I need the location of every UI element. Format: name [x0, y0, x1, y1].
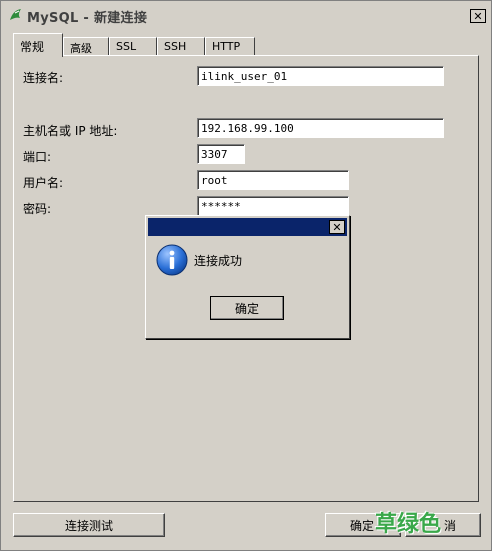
test-connection-button[interactable]: 连接测试	[13, 513, 165, 537]
cancel-button-label: 消	[443, 518, 456, 533]
tab-ssl[interactable]: SSL	[109, 37, 157, 55]
window-close-button[interactable]: ✕	[470, 9, 486, 23]
host-label: 主机名或 IP 地址:	[23, 124, 118, 138]
tab-ssh-label: SSH	[164, 40, 187, 53]
watermark-text: 草绿色	[375, 512, 442, 537]
dialog-close-button[interactable]: ✕	[329, 220, 345, 234]
tab-http[interactable]: HTTP	[205, 37, 255, 55]
dialog-message: 连接成功	[194, 254, 243, 268]
title-bar: MySQL - 新建连接 ✕	[3, 3, 489, 27]
password-input[interactable]: ******	[197, 196, 349, 216]
tab-http-label: HTTP	[212, 40, 241, 53]
close-icon: ✕	[332, 220, 342, 234]
tab-advanced[interactable]: 高级	[63, 37, 109, 55]
dialog-ok-label: 确定	[234, 301, 259, 316]
password-label: 密码:	[23, 202, 52, 216]
username-input[interactable]: root	[197, 170, 349, 190]
connection-name-label: 连接名:	[23, 71, 64, 85]
connection-window: MySQL - 新建连接 ✕ 常规 高级 SSL SSH HTTP 连接名: i…	[0, 0, 492, 551]
port-input[interactable]: 3307	[197, 144, 245, 164]
tab-ssh[interactable]: SSH	[157, 37, 205, 55]
tab-general[interactable]: 常规	[13, 33, 63, 57]
test-connection-label: 连接测试	[64, 518, 113, 533]
dolphin-icon	[10, 9, 21, 20]
success-dialog: ✕ 连接成功 确定	[145, 215, 350, 339]
host-input[interactable]: 192.168.99.100	[197, 118, 444, 138]
info-icon	[156, 244, 188, 276]
close-icon: ✕	[473, 9, 483, 23]
port-label: 端口:	[23, 150, 52, 164]
tab-general-label: 常规	[20, 40, 45, 54]
tab-advanced-label: 高级	[70, 42, 92, 55]
window-title: MySQL - 新建连接	[27, 11, 148, 26]
tab-ssl-label: SSL	[116, 40, 137, 53]
username-label: 用户名:	[23, 176, 64, 190]
connection-name-input[interactable]: ilink_user_01	[197, 66, 444, 86]
dialog-title-bar: ✕	[148, 218, 347, 236]
dialog-ok-button[interactable]: 确定	[210, 296, 284, 320]
ok-button-label: 确定	[350, 518, 375, 533]
